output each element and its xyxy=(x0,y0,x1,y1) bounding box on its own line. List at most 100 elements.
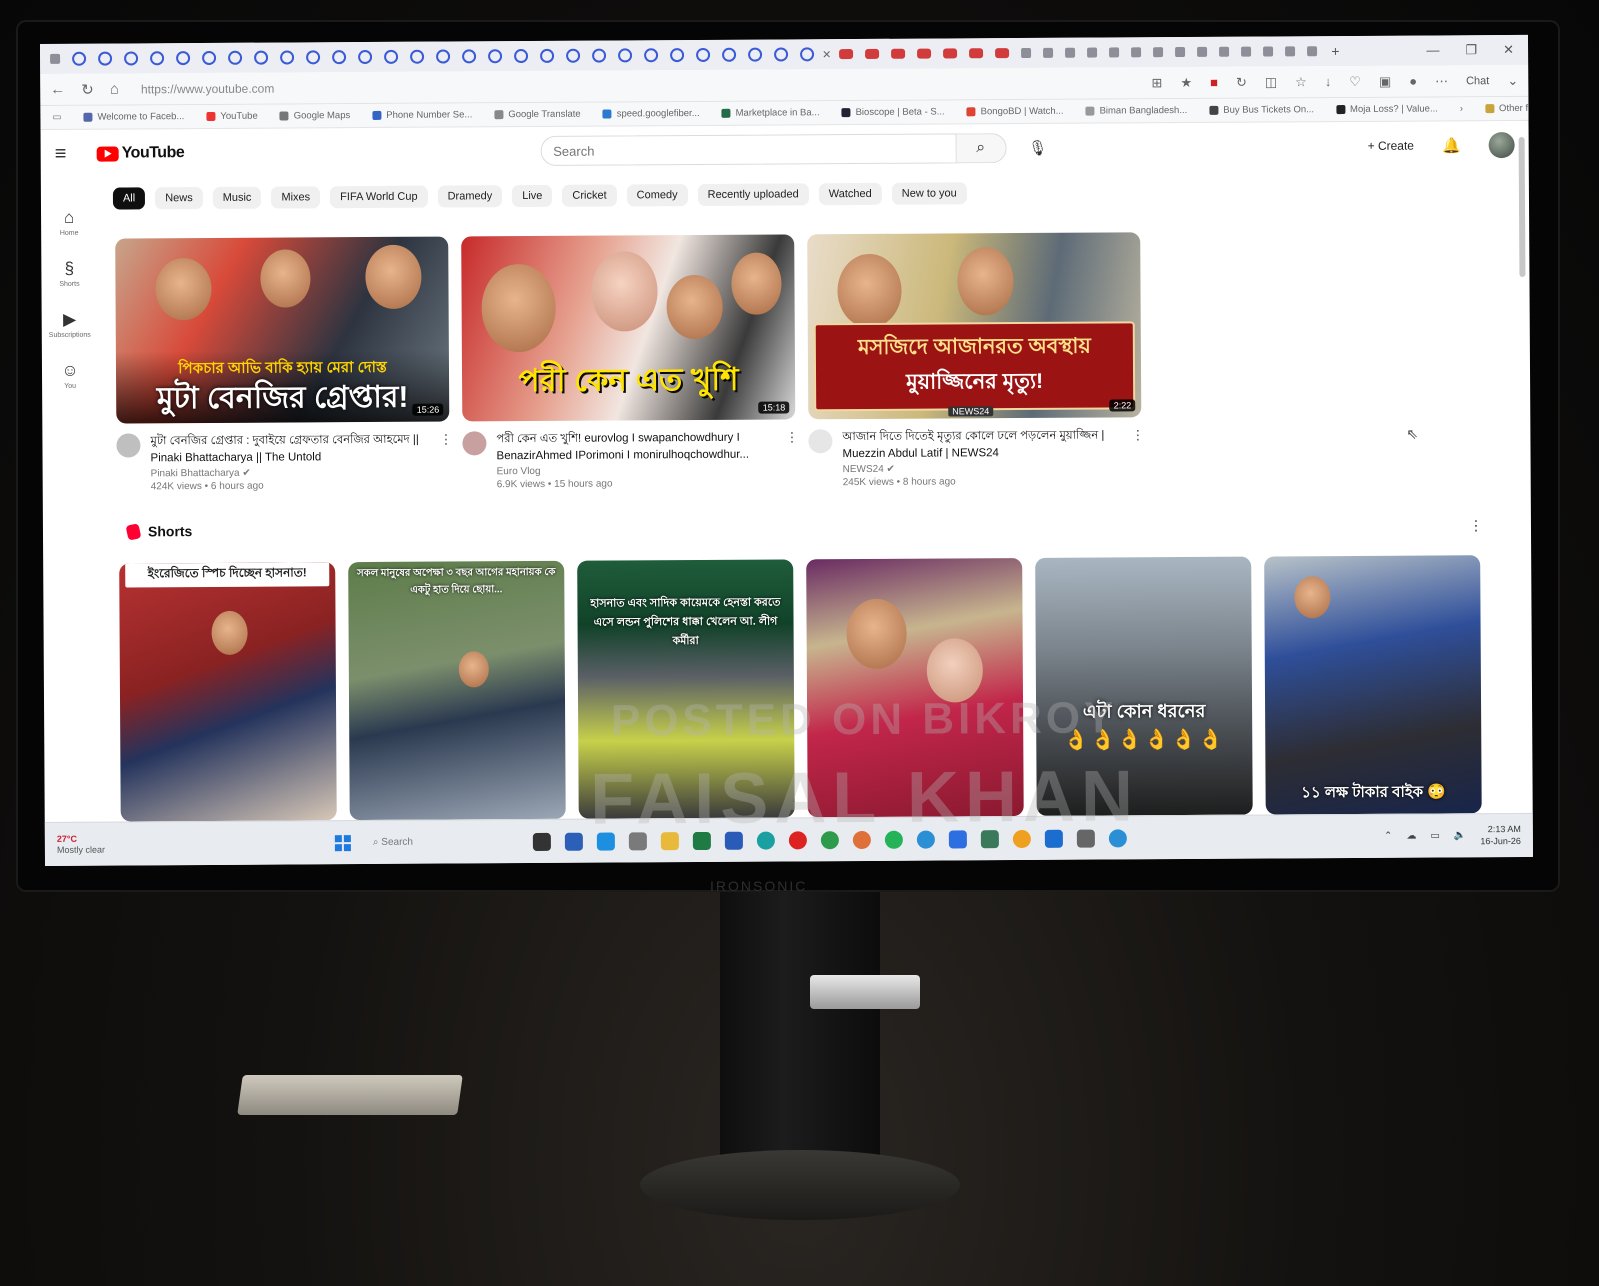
notifications-bell-icon[interactable]: 🔔 xyxy=(1442,136,1461,154)
create-button[interactable]: + Create xyxy=(1368,139,1414,153)
refresh-extension-icon[interactable]: ↻ xyxy=(1236,74,1247,90)
facebook-tab-icon[interactable] xyxy=(514,49,529,64)
bookmarks-panel-icon[interactable]: ▭ xyxy=(52,112,61,123)
menu-icon[interactable]: ≡ xyxy=(55,142,97,165)
youtube-tab-icon[interactable] xyxy=(995,48,1010,59)
bookmark-item[interactable]: BongoBD | Watch... xyxy=(966,106,1064,118)
store-icon[interactable] xyxy=(564,832,583,851)
bookmark-item[interactable]: Moja Loss? | Value... xyxy=(1336,103,1438,115)
split-screen-icon[interactable]: ◫ xyxy=(1265,74,1277,90)
youtube-tab-icon[interactable] xyxy=(917,48,932,59)
other-favorites[interactable]: Other favorites xyxy=(1485,103,1533,114)
telegram-icon[interactable] xyxy=(1108,828,1127,847)
misc-tab-icon[interactable] xyxy=(1131,47,1142,58)
tab-actions-icon[interactable] xyxy=(50,53,61,64)
search-input[interactable] xyxy=(540,133,957,166)
avatar[interactable] xyxy=(1488,131,1515,159)
video-title[interactable]: পরী কেন এত খুশি! eurovlog I swapanchowdh… xyxy=(496,430,775,465)
minimize-icon[interactable]: — xyxy=(1426,42,1439,58)
misc-tab-icon[interactable] xyxy=(1263,46,1274,57)
channel-name[interactable]: Pinaki Bhattacharya ✔ xyxy=(151,467,430,480)
video-options-icon[interactable]: ⋮ xyxy=(1131,427,1144,486)
whatsapp-icon[interactable] xyxy=(884,830,903,849)
facebook-tab-icon[interactable] xyxy=(358,49,373,65)
misc-tab-icon[interactable] xyxy=(1241,46,1252,57)
youtube-tab-icon[interactable] xyxy=(891,48,906,59)
download-icon[interactable]: ↓ xyxy=(1325,74,1332,89)
task-view-icon[interactable] xyxy=(532,832,551,851)
youtube-tab-icon[interactable] xyxy=(969,48,984,59)
channel-avatar[interactable] xyxy=(808,429,833,454)
youtube-tab-icon[interactable] xyxy=(865,48,880,59)
shorts-options-icon[interactable]: ⋮ xyxy=(1469,517,1483,534)
chevron-down-icon[interactable]: ⌄ xyxy=(1507,72,1518,88)
facebook-tab-icon[interactable] xyxy=(566,48,581,63)
chip-news[interactable]: News xyxy=(155,187,203,210)
chip-live[interactable]: Live xyxy=(512,184,553,208)
facebook-tab-icon[interactable] xyxy=(592,48,607,63)
facebook-tab-icon[interactable] xyxy=(202,50,217,66)
home-nav-icon[interactable]: ⌂ xyxy=(110,81,119,98)
short-card[interactable]: এটা কোন ধরনের 👌👌👌👌👌👌 xyxy=(1035,556,1253,816)
sidebar-item-shorts[interactable]: § Shorts xyxy=(41,259,97,288)
facebook-tab-icon[interactable] xyxy=(384,49,399,64)
refresh-icon[interactable]: ↻ xyxy=(81,80,94,98)
facebook-tab-icon[interactable] xyxy=(176,51,191,66)
page-scrollbar[interactable] xyxy=(1518,136,1526,277)
facebook-tab-icon[interactable] xyxy=(306,50,321,65)
facebook-tab-icon[interactable] xyxy=(228,50,243,65)
chip-mixes[interactable]: Mixes xyxy=(271,186,321,209)
video-title[interactable]: মুটা বেনজির গ্রেপ্তার : দুবাইয়ে গ্রেফতা… xyxy=(150,432,429,467)
url-field[interactable]: https://www.youtube.com xyxy=(141,81,274,96)
facebook-tab-icon[interactable] xyxy=(748,47,763,62)
misc-tab-icon[interactable] xyxy=(1307,46,1318,57)
facebook-tab-icon[interactable] xyxy=(280,50,295,65)
channel-name[interactable]: NEWS24 ✔ xyxy=(843,463,1122,475)
chip-cricket[interactable]: Cricket xyxy=(562,184,617,207)
misc-tab-icon[interactable] xyxy=(1197,46,1208,57)
word-icon[interactable] xyxy=(724,831,743,850)
facebook-tab-icon[interactable] xyxy=(72,51,87,66)
chip-recently-uploaded[interactable]: Recently uploaded xyxy=(697,183,809,206)
firefox-icon[interactable] xyxy=(852,830,871,849)
chevron-right-icon[interactable]: › xyxy=(1460,103,1463,114)
weather-widget[interactable]: 27°C Mostly clear xyxy=(57,833,105,855)
taskbar-search[interactable]: ⌕ Search xyxy=(373,836,523,848)
facebook-tab-icon[interactable] xyxy=(462,49,477,64)
bookmark-item[interactable]: Marketplace in Ba... xyxy=(721,107,820,119)
video-thumbnail[interactable]: পিকচার আভি বাকি হ্যায় মেরা দোস্ত মুটা ব… xyxy=(115,236,450,424)
facebook-tab-icon[interactable] xyxy=(436,49,451,64)
bookmark-item[interactable]: Biman Bangladesh... xyxy=(1085,105,1187,117)
facebook-tab-icon[interactable] xyxy=(800,47,815,62)
start-button[interactable] xyxy=(334,834,351,851)
remote-desktop-icon[interactable] xyxy=(1044,829,1063,848)
bookmark-item[interactable]: Bioscope | Beta - S... xyxy=(841,106,945,118)
back-icon[interactable]: ← xyxy=(50,81,65,98)
bookmark-item[interactable]: Google Translate xyxy=(494,109,581,121)
video-card[interactable]: পরী কেন এত খুশি 15:18 পরী কেন এত খুশি! e… xyxy=(461,234,798,491)
bookmark-item[interactable]: Welcome to Faceb... xyxy=(83,111,184,123)
onedrive-icon[interactable]: ☁ xyxy=(1406,831,1416,842)
short-card[interactable]: সকল মানুষের অপেক্ষা ৩ বছর আগের মহানায়ক … xyxy=(348,560,566,821)
calculator-icon[interactable] xyxy=(1076,829,1095,848)
volume-icon[interactable]: 🔈 xyxy=(1454,830,1467,841)
opera-icon[interactable] xyxy=(788,830,807,849)
channel-name[interactable]: Euro Vlog xyxy=(497,465,776,477)
chat-button[interactable]: Chat xyxy=(1466,75,1489,87)
more-icon[interactable]: ⋯ xyxy=(1435,73,1448,89)
video-card[interactable]: মসজিদে আজানরত অবস্থায় মুয়াজ্জিনের মৃত্… xyxy=(807,232,1144,488)
youtube-tab-icon[interactable] xyxy=(839,49,854,60)
profile-icon[interactable]: ● xyxy=(1409,74,1417,89)
facebook-tab-icon[interactable] xyxy=(124,51,139,66)
excel-icon[interactable] xyxy=(692,831,711,850)
misc-tab-icon[interactable] xyxy=(1175,47,1186,58)
video-thumbnail[interactable]: মসজিদে আজানরত অবস্থায় মুয়াজ্জিনের মৃত্… xyxy=(807,232,1142,420)
chip-watched[interactable]: Watched xyxy=(818,182,882,206)
youtube-tab-icon[interactable] xyxy=(943,48,958,59)
collections-icon[interactable]: ▣ xyxy=(1379,73,1391,89)
facebook-tab-icon[interactable] xyxy=(696,47,711,62)
favorites-icon[interactable]: ☆ xyxy=(1295,74,1307,90)
meet-icon[interactable] xyxy=(980,829,999,848)
video-options-icon[interactable]: ⋮ xyxy=(785,429,798,488)
chip-comedy[interactable]: Comedy xyxy=(626,184,688,207)
